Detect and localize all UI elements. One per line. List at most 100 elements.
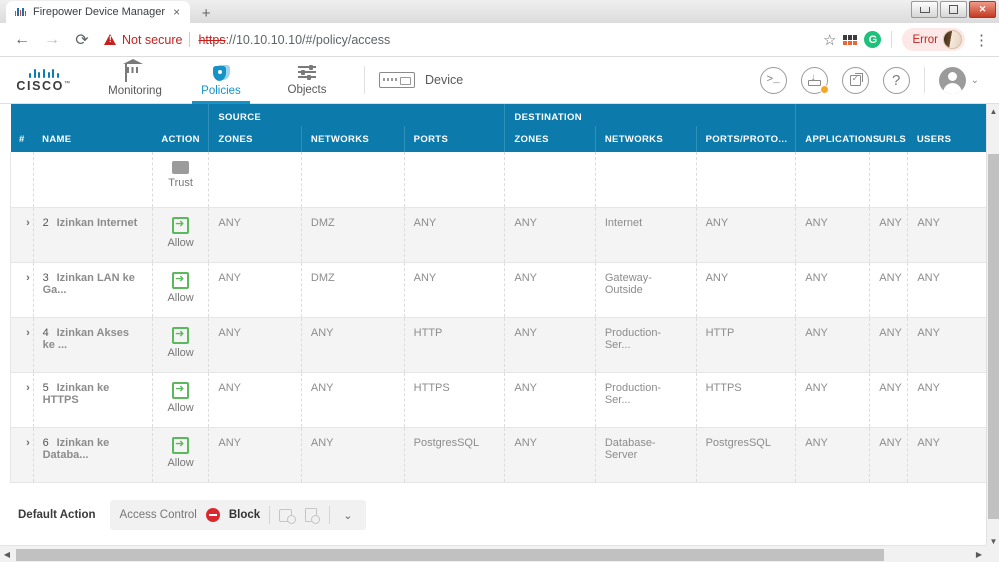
file-policy-icon[interactable] [304,507,321,524]
tasks-icon[interactable] [841,66,869,94]
cli-console-icon[interactable]: >_ [759,66,787,94]
row-expand-icon[interactable]: › [20,217,36,229]
vertical-scroll-thumb[interactable] [988,154,999,519]
th-destination-ports[interactable]: PORTS/PROTO... [695,126,796,152]
table-row-partial[interactable]: Trust [10,152,986,208]
cell-users: ANY [907,262,986,318]
horizontal-scrollbar[interactable]: ◀ ▶ [0,545,986,562]
cell-applications: ANY [795,207,870,263]
cell-source-ports: ANY [403,207,505,263]
row-number: 6 [42,436,49,449]
cell-destination-ports: HTTPS [695,372,796,428]
cell-name: 2 Izinkan Internet [32,207,153,263]
nav-item-objects[interactable]: Objects [264,57,350,104]
address-bar[interactable]: Not secure https://10.10.10.10/#/policy/… [104,27,817,53]
row-number: 4 [42,326,49,339]
cell-action: Trust [151,152,209,208]
back-button[interactable]: ← [8,26,36,54]
access-rules-table-wrap: SOURCE DESTINATION # NAME ACTION ZONES N… [10,104,986,538]
scroll-left-arrow-icon[interactable]: ◀ [0,550,14,559]
block-icon [205,508,220,522]
window-close-button[interactable]: ✕ [969,1,996,18]
row-expand-icon[interactable]: › [20,437,36,449]
horizontal-scroll-track[interactable] [14,548,972,561]
window-minimize-button[interactable] [911,1,938,18]
cell-urls: ANY [869,262,908,318]
th-group-destination: DESTINATION [504,104,796,126]
cell-num [10,152,34,208]
th-destination-networks[interactable]: NETWORKS [594,126,697,152]
browser-tab[interactable]: Firepower Device Manager × [6,1,191,23]
cell-source-ports: HTTPS [403,372,505,428]
th-action[interactable]: ACTION [152,126,209,152]
cell-source-networks: ANY [300,427,405,483]
cell-destination-networks: Internet [594,207,697,263]
deploy-icon[interactable]: ↓ [800,66,829,94]
table-row[interactable]: › 2 Izinkan Internet Allow ANY DMZ ANY AN… [10,207,986,263]
url-scheme: https [198,32,226,47]
window-maximize-button[interactable] [940,1,967,18]
action-label: Allow [167,401,194,414]
cell-name: 3 Izinkan LAN ke Ga... [32,262,153,318]
scroll-up-arrow-icon[interactable]: ▲ [987,104,999,118]
chevron-down-icon: ⌄ [970,74,979,86]
user-menu[interactable]: ⌄ [938,66,979,94]
th-num[interactable]: # [10,126,34,152]
help-icon[interactable]: ? [882,66,910,94]
th-destination-zones[interactable]: ZONES [504,126,596,152]
th-name[interactable]: NAME [33,126,153,152]
tab-close-icon[interactable]: × [171,6,182,18]
th-source-zones[interactable]: ZONES [208,126,302,152]
grammarly-g-icon[interactable]: G [864,31,882,48]
horizontal-scroll-thumb[interactable] [16,548,884,561]
th-spacer-applications [795,104,870,126]
cell-source-zones: ANY [208,427,302,483]
table-header: SOURCE DESTINATION # NAME ACTION ZONES N… [10,104,986,152]
logging-icon[interactable] [279,508,297,524]
nav-item-monitoring[interactable]: Monitoring [92,57,178,104]
row-expand-icon[interactable]: › [20,382,36,394]
row-expand-icon[interactable]: › [20,272,36,284]
reload-button[interactable]: ⟳ [68,26,96,54]
table-row[interactable]: › 4Izinkan Akses ke ... Allow ANY ANY HT… [10,317,986,373]
cell-source-zones: ANY [208,262,302,318]
block-label: Block [228,509,261,521]
vertical-scrollbar[interactable]: ▲ ▼ [986,104,999,562]
cell-destination-networks: Production-Ser... [594,317,697,373]
cell-source-zones [208,152,302,208]
th-applications[interactable]: APPLICATIONS [795,126,879,152]
cell-action: Allow [151,207,209,263]
th-source-ports[interactable]: PORTS [403,126,505,152]
th-users[interactable]: USERS [907,126,986,152]
nav-item-device[interactable]: Device [379,72,463,88]
tab-strip: Firepower Device Manager × + [0,0,219,23]
scroll-right-arrow-icon[interactable]: ▶ [972,550,986,559]
row-expand-icon[interactable]: › [20,327,36,339]
default-action-control[interactable]: Access Control Block ⌄ [109,500,367,530]
table-row[interactable]: › 3Izinkan LAN ke Ga... Allow ANY DMZ AN… [10,262,986,318]
tab-title: Firepower Device Manager [33,6,166,18]
new-tab-button[interactable]: + [193,3,219,23]
action-label: Trust [168,177,193,189]
table-row[interactable]: › 6Izinkan ke Databa... Allow ANY ANY Po… [10,427,986,483]
default-action-chevron-down-icon[interactable]: ⌄ [339,509,356,522]
th-source-networks[interactable]: NETWORKS [300,126,405,152]
profile-error-pill[interactable]: Error [902,28,965,51]
table-row[interactable]: › 5Izinkan ke HTTPS Allow ANY ANY HTTPS … [10,372,986,428]
bookmark-star-icon[interactable]: ☆ [823,31,836,49]
extension-icon[interactable] [843,34,858,45]
cell-users: ANY [907,427,986,483]
policy-content: SOURCE DESTINATION # NAME ACTION ZONES N… [0,104,999,562]
access-control-label: Access Control [119,509,197,521]
action-label: Allow [167,456,194,469]
table-column-header-row: # NAME ACTION ZONES NETWORKS PORTS ZONES… [10,126,986,152]
nav-item-policies[interactable]: Policies [178,57,264,104]
chrome-menu-icon[interactable]: ⋮ [972,31,991,49]
cell-num: › [10,262,36,318]
cell-users: ANY [907,207,986,263]
cell-action: Allow [151,372,209,428]
table-body: Trust › 2 Izinkan Internet ➜ Allow ANY D… [10,152,986,483]
nav-label-policies: Policies [201,84,241,97]
user-avatar-icon [938,66,966,94]
forward-button[interactable]: → [38,26,66,54]
